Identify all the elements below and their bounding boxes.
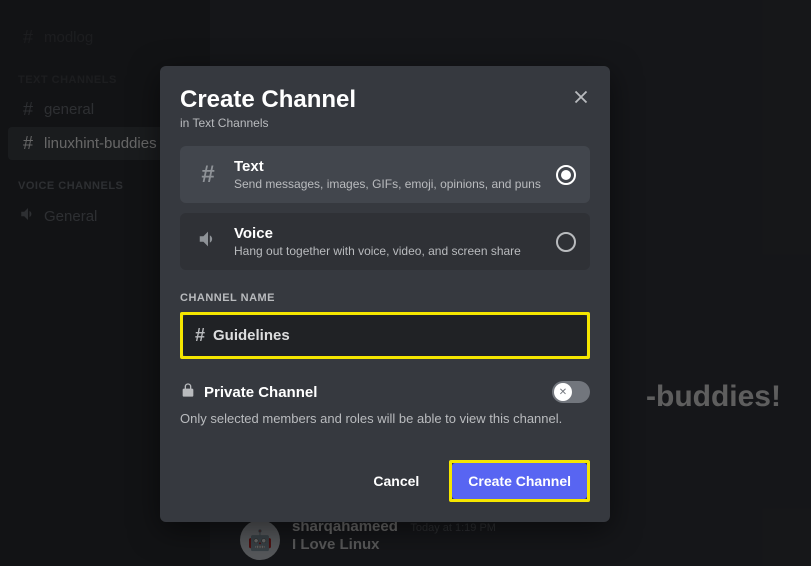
close-icon[interactable] [570, 86, 592, 113]
type-title: Text [234, 158, 556, 175]
channel-name-field[interactable]: # [183, 315, 587, 356]
create-channel-button[interactable]: Create Channel [452, 463, 587, 499]
channel-name-label: CHANNEL NAME [180, 292, 590, 304]
hash-icon: # [194, 161, 222, 189]
lock-icon [180, 382, 196, 403]
channel-name-input[interactable] [213, 327, 575, 344]
private-toggle[interactable] [552, 381, 590, 403]
highlight-create-button: Create Channel [449, 460, 590, 502]
channel-type-voice[interactable]: Voice Hang out together with voice, vide… [180, 213, 590, 270]
speaker-icon [194, 228, 222, 255]
private-channel-title: Private Channel [204, 384, 552, 401]
modal-title: Create Channel [180, 86, 590, 114]
radio-unselected-icon [556, 232, 576, 252]
channel-type-text[interactable]: # Text Send messages, images, GIFs, emoj… [180, 146, 590, 203]
modal-subtitle: in Text Channels [180, 116, 590, 130]
private-channel-desc: Only selected members and roles will be … [180, 411, 590, 426]
radio-selected-icon [556, 165, 576, 185]
cancel-button[interactable]: Cancel [357, 463, 435, 499]
hash-icon: # [195, 325, 205, 346]
type-desc: Hang out together with voice, video, and… [234, 244, 556, 258]
highlight-channel-name: # [180, 312, 590, 359]
type-desc: Send messages, images, GIFs, emoji, opin… [234, 177, 556, 191]
type-title: Voice [234, 225, 556, 242]
create-channel-modal: Create Channel in Text Channels # Text S… [160, 66, 610, 522]
